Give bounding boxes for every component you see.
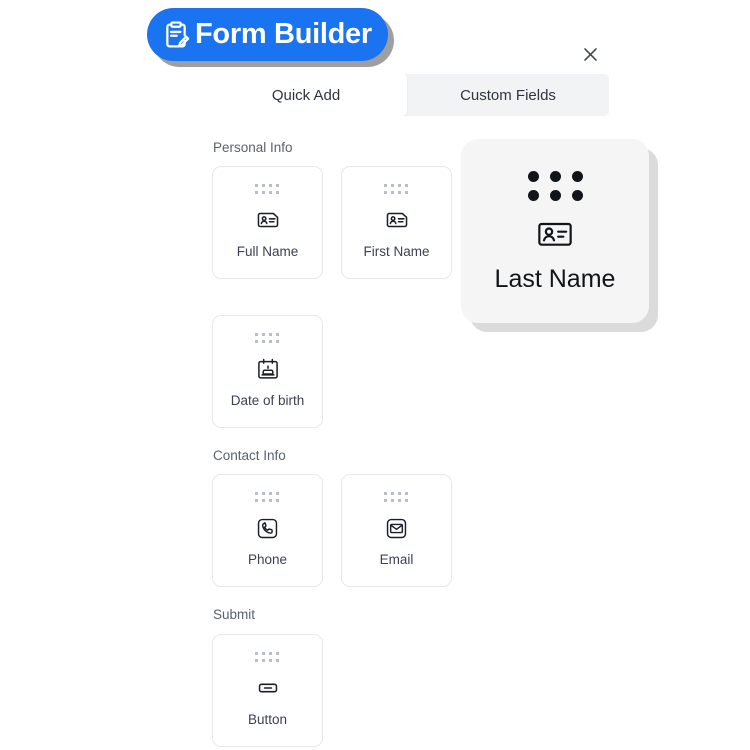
dragged-card-label: Last Name — [494, 265, 616, 293]
field-card-date-of-birth[interactable]: Date of birth — [212, 315, 323, 429]
drag-handle-dots-icon[interactable] — [384, 492, 409, 503]
app-title: Form Builder — [195, 18, 372, 50]
drag-handle-dots-icon[interactable] — [255, 333, 280, 344]
id-card-person-icon — [384, 207, 410, 233]
field-card-label: Email — [379, 552, 414, 568]
drag-handle-dots-icon[interactable] — [255, 651, 280, 663]
tab-quick-add[interactable]: Quick Add — [205, 74, 407, 116]
drag-handle-dots-icon[interactable] — [384, 184, 409, 195]
field-card-email[interactable]: Email — [341, 474, 452, 588]
button-icon — [255, 675, 281, 701]
field-card-label: Button — [247, 711, 288, 727]
field-card-label: Phone — [247, 552, 288, 568]
clipboard-pencil-icon — [159, 18, 193, 52]
app-root: Form Builder Quick Add Custom Fields Per… — [0, 0, 750, 750]
app-title-badge: Form Builder — [147, 8, 388, 61]
tab-bar: Quick Add Custom Fields — [205, 74, 609, 116]
envelope-icon — [384, 515, 409, 541]
field-card-label: Full Name — [236, 244, 299, 260]
section-contact-info: Contact Info Phone Email — [212, 448, 612, 588]
field-card-label: First Name — [363, 244, 430, 260]
dragged-field-card-last-name[interactable]: Last Name — [461, 139, 649, 323]
field-card-label: Date of birth — [230, 393, 305, 409]
drag-handle-dots-icon[interactable] — [255, 492, 280, 503]
field-card-phone[interactable]: Phone — [212, 474, 323, 588]
card-grid: Button — [212, 633, 552, 747]
section-title: Submit — [213, 607, 256, 623]
tab-custom-fields[interactable]: Custom Fields — [407, 74, 609, 116]
close-button[interactable] — [575, 39, 605, 69]
card-grid: Phone Email — [212, 474, 552, 588]
birthday-calendar-icon — [255, 356, 281, 382]
drag-handle-dots-icon[interactable] — [255, 184, 280, 195]
drag-handle-dots-icon[interactable] — [527, 171, 583, 201]
section-submit: Submit Button — [212, 607, 612, 747]
id-card-person-icon — [255, 207, 281, 233]
field-card-first-name[interactable]: First Name — [341, 166, 452, 280]
id-card-person-icon — [535, 215, 575, 253]
field-card-button[interactable]: Button — [212, 633, 323, 747]
phone-icon — [255, 515, 280, 541]
field-card-full-name[interactable]: Full Name — [212, 166, 323, 280]
section-title: Contact Info — [213, 448, 286, 464]
